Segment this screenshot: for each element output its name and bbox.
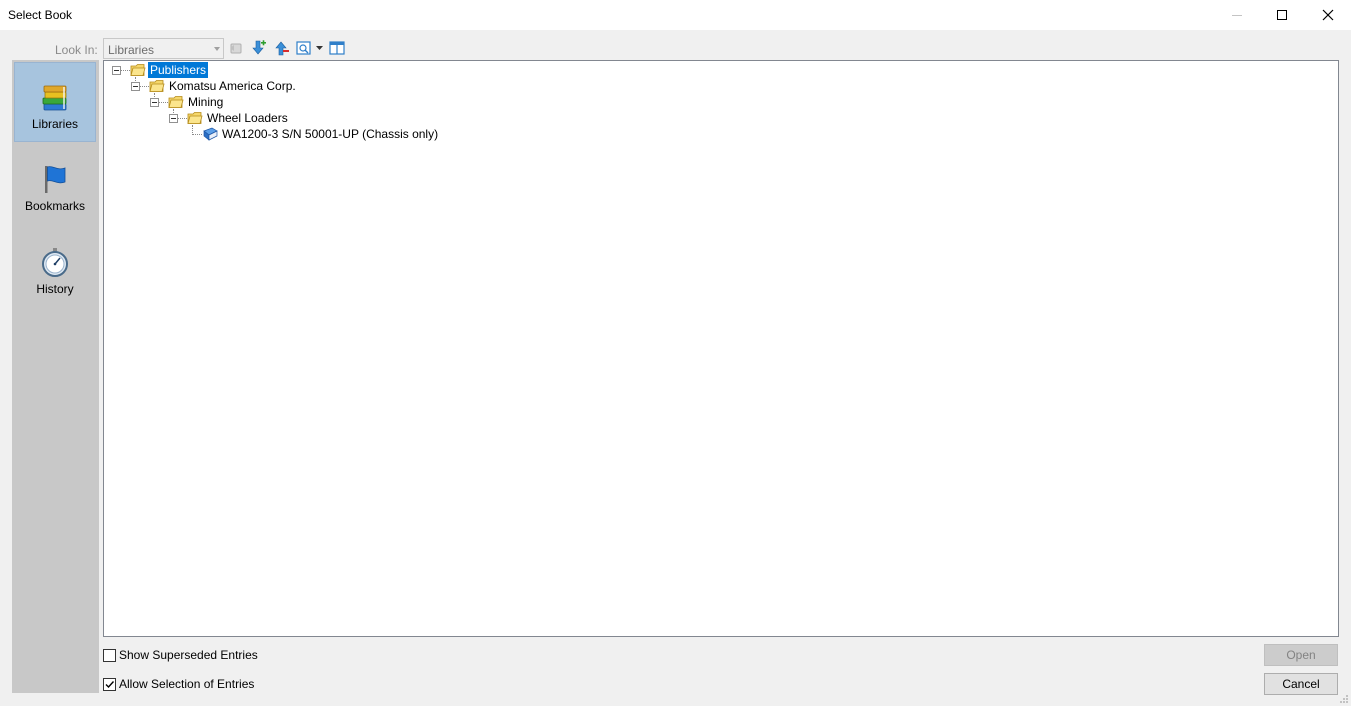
nav-item-label: Bookmarks	[24, 199, 86, 213]
back-books-icon[interactable]	[228, 40, 244, 56]
view-options-icon[interactable]	[296, 40, 312, 56]
minimize-button[interactable]	[1214, 0, 1260, 30]
nav-item-libraries[interactable]: Libraries	[14, 62, 96, 142]
flag-icon	[45, 166, 66, 193]
move-down-add-icon[interactable]	[251, 40, 267, 56]
nav-item-bookmarks[interactable]: Bookmarks	[14, 145, 96, 225]
checkbox-box[interactable]	[103, 648, 116, 662]
cancel-button[interactable]: Cancel	[1264, 673, 1338, 695]
tree-node-label: Komatsu America Corp.	[169, 79, 296, 93]
move-up-remove-icon[interactable]	[274, 40, 290, 56]
folder-icon	[130, 64, 146, 76]
look-in-dropdown[interactable]: Libraries	[103, 38, 224, 59]
tree-node-label: Wheel Loaders	[207, 111, 288, 125]
checkmark-icon	[105, 680, 115, 688]
tree-node-wa1200-book[interactable]: WA1200-3 S/N 50001-UP (Chassis only)	[192, 126, 440, 142]
open-button[interactable]: Open	[1264, 644, 1338, 666]
tree-node-publishers[interactable]: Publishers	[112, 62, 209, 78]
nav-item-history[interactable]: History	[14, 228, 96, 308]
book-tree[interactable]: Publishers Komatsu America Corp. Mining …	[103, 60, 1339, 637]
tree-node-label: Mining	[188, 95, 224, 109]
look-in-value: Libraries	[108, 43, 155, 57]
stopwatch-icon	[42, 248, 68, 277]
navigation-sidebar: Libraries Bookmarks History	[12, 60, 99, 693]
view-options-dropdown-icon[interactable]	[316, 46, 323, 51]
checkbox-label: Show Superseded Entries	[119, 648, 258, 662]
checkbox-box[interactable]	[103, 677, 116, 691]
tree-node-label: WA1200-3 S/N 50001-UP (Chassis only)	[222, 127, 439, 141]
maximize-icon	[1277, 10, 1287, 20]
tree-node-mining[interactable]: Mining	[150, 94, 225, 110]
allow-selection-checkbox[interactable]: Allow Selection of Entries	[103, 677, 254, 691]
show-superseded-checkbox[interactable]: Show Superseded Entries	[103, 648, 258, 662]
folder-icon	[149, 80, 165, 92]
nav-item-label: History	[36, 282, 74, 296]
look-in-label: Look In:	[55, 43, 98, 57]
folder-icon	[168, 96, 184, 108]
collapse-icon[interactable]	[169, 113, 178, 123]
maximize-button[interactable]	[1259, 0, 1305, 30]
tree-node-wheel-loaders[interactable]: Wheel Loaders	[169, 110, 290, 126]
tree-node-komatsu[interactable]: Komatsu America Corp.	[131, 78, 298, 94]
collapse-icon[interactable]	[112, 65, 121, 75]
resize-grip-icon[interactable]	[1339, 694, 1349, 704]
title-bar: Select Book	[0, 0, 1351, 30]
close-button[interactable]	[1305, 0, 1351, 30]
nav-item-label: Libraries	[31, 117, 79, 131]
chevron-down-icon	[214, 47, 220, 51]
tree-node-label: Publishers	[148, 62, 209, 78]
books-icon	[42, 85, 67, 111]
panel-toggle-icon[interactable]	[329, 40, 345, 56]
checkbox-label: Allow Selection of Entries	[119, 677, 255, 691]
close-icon	[1322, 9, 1334, 21]
book-icon	[203, 127, 218, 141]
window-title: Select Book	[8, 8, 73, 22]
collapse-icon[interactable]	[131, 81, 140, 91]
collapse-icon[interactable]	[150, 97, 159, 107]
minimize-icon	[1232, 15, 1242, 16]
folder-icon	[187, 112, 203, 124]
